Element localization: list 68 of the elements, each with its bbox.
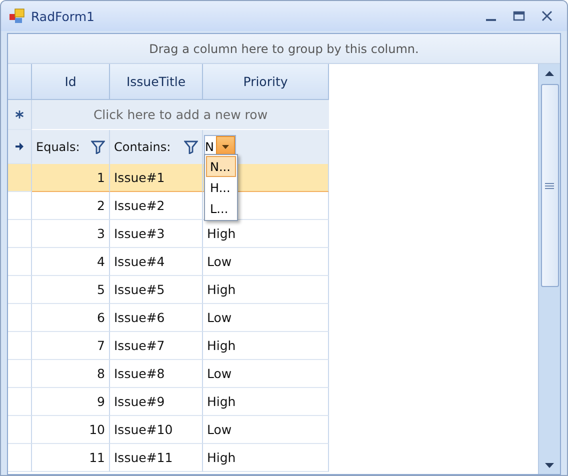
table-cell: Issue#9: [110, 388, 203, 416]
filter-icon[interactable]: [184, 140, 198, 154]
close-icon: [541, 10, 553, 22]
table-cell: Issue#4: [110, 248, 203, 276]
table-cell: Issue#10: [110, 416, 203, 444]
table-cell: 6: [32, 304, 110, 332]
row-header[interactable]: [8, 360, 32, 388]
filter-operator[interactable]: Contains:: [114, 140, 180, 154]
table-cell: Issue#3: [110, 220, 203, 248]
minimize-icon: [486, 19, 496, 21]
grip-icon: [545, 182, 554, 188]
table-cell: 11: [32, 444, 110, 472]
row-header[interactable]: [8, 388, 32, 416]
table-cell: 4: [32, 248, 110, 276]
column-header[interactable]: Id: [32, 64, 110, 100]
table-cell: Low: [203, 248, 329, 276]
table-cell: Issue#2: [110, 192, 203, 220]
row-header[interactable]: [8, 304, 32, 332]
dropdown-option[interactable]: L...: [206, 198, 236, 219]
table-cell: High: [203, 332, 329, 360]
row-header[interactable]: [8, 220, 32, 248]
caret-icon: [222, 145, 229, 149]
row-header[interactable]: [8, 276, 32, 304]
column-header[interactable]: Priority: [203, 64, 329, 100]
new-row[interactable]: Click here to add a new row: [32, 100, 329, 130]
row-header[interactable]: [8, 248, 32, 276]
table-cell: 7: [32, 332, 110, 360]
down-arrow-icon: [545, 462, 554, 468]
table-cell: Issue#5: [110, 276, 203, 304]
table-cell: 1: [32, 164, 110, 192]
asterisk-icon: [15, 110, 24, 119]
row-header[interactable]: [8, 444, 32, 472]
new-row-text: Click here to add a new row: [93, 107, 268, 122]
header-cell: [8, 64, 32, 100]
up-arrow-icon: [545, 70, 554, 76]
table-cell: 3: [32, 220, 110, 248]
row-header[interactable]: [8, 192, 32, 220]
table-cell: 5: [32, 276, 110, 304]
table-cell: High: [203, 220, 329, 248]
maximize-icon: [513, 10, 525, 22]
scroll-thumb[interactable]: [540, 84, 558, 287]
table-cell: Issue#7: [110, 332, 203, 360]
table-cell: Issue#1: [110, 164, 203, 192]
table-cell: 10: [32, 416, 110, 444]
filter-operator[interactable]: Equals:: [36, 140, 87, 154]
table-cell: Issue#11: [110, 444, 203, 472]
table-cell: 8: [32, 360, 110, 388]
window-title: RadForm1: [31, 8, 96, 24]
table-cell: Low: [203, 304, 329, 332]
group-panel-text: Drag a column here to group by this column.: [149, 42, 419, 56]
table-cell: 9: [32, 388, 110, 416]
table-cell: High: [203, 444, 329, 472]
table-cell: High: [203, 276, 329, 304]
table-cell: 2: [32, 192, 110, 220]
dropdown-option[interactable]: H...: [206, 177, 236, 198]
dropdown-option[interactable]: N...: [206, 156, 236, 177]
row-header[interactable]: [8, 416, 32, 444]
table-cell: Low: [203, 416, 329, 444]
table-cell: Low: [203, 360, 329, 388]
filter-icon[interactable]: [91, 140, 105, 154]
row-header[interactable]: [8, 164, 32, 192]
column-header[interactable]: IssueTitle: [110, 64, 203, 100]
app-icon: [9, 8, 25, 24]
table-cell: Issue#6: [110, 304, 203, 332]
arrow-icon: [15, 142, 24, 151]
table-cell: High: [203, 388, 329, 416]
table-cell: Issue#8: [110, 360, 203, 388]
row-header[interactable]: [8, 332, 32, 360]
